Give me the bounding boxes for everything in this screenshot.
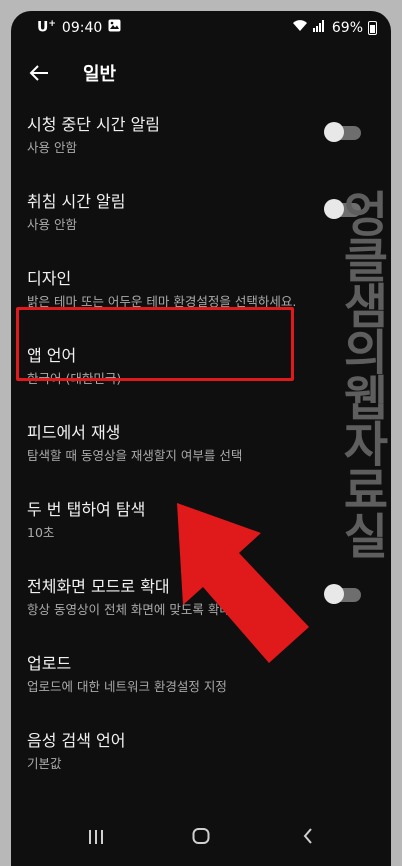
setting-title: 앱 언어 <box>27 346 77 365</box>
carrier-label: U+ <box>37 19 56 36</box>
setting-zoom-fill-screen[interactable]: 전체화면 모드로 확대 항상 동영상이 전체 화면에 맞도록 확대 <box>11 561 391 638</box>
setting-double-tap-seek[interactable]: 두 번 탭하여 탐색 10초 <box>11 484 391 561</box>
toggle-knob <box>324 199 344 219</box>
break-reminder-toggle[interactable] <box>324 122 361 142</box>
home-button[interactable] <box>183 824 219 852</box>
setting-bedtime-reminder[interactable]: 취침 시간 알림 사용 안함 <box>11 176 391 253</box>
app-bar: 일반 <box>11 47 391 99</box>
back-icon <box>302 828 314 848</box>
battery-icon <box>368 20 377 35</box>
setting-title: 취침 시간 알림 <box>27 192 126 211</box>
setting-appearance[interactable]: 디자인 밝은 테마 또는 어두운 테마 환경설정을 선택하세요. <box>11 253 391 330</box>
carrier-sup: + <box>48 19 56 30</box>
wifi-icon <box>292 19 308 36</box>
status-bar: U+ 09:40 69% <box>11 11 391 45</box>
setting-subtitle: 기본값 <box>27 756 62 771</box>
setting-subtitle: 항상 동영상이 전체 화면에 맞도록 확대 <box>27 602 231 617</box>
settings-list: 시청 중단 시간 알림 사용 안함 취침 시간 알림 사용 안함 디자인 밝은 … <box>11 99 391 866</box>
carrier-text: U <box>37 19 49 36</box>
setting-title: 시청 중단 시간 알림 <box>27 115 161 134</box>
setting-voice-search-language[interactable]: 음성 검색 언어 기본값 <box>11 715 391 792</box>
gallery-icon <box>108 19 121 36</box>
recent-apps-button[interactable] <box>78 824 114 852</box>
setting-subtitle: 업로드에 대한 네트워크 환경설정 지정 <box>27 679 227 694</box>
clock: 09:40 <box>61 19 103 36</box>
bedtime-reminder-toggle[interactable] <box>324 199 361 219</box>
battery-percent: 69% <box>331 19 363 36</box>
system-back-button[interactable] <box>290 824 326 852</box>
signal-icon <box>312 19 327 36</box>
home-icon <box>192 828 210 848</box>
setting-uploads[interactable]: 업로드 업로드에 대한 네트워크 환경설정 지정 <box>11 638 391 715</box>
setting-title: 두 번 탭하여 탐색 <box>27 500 146 519</box>
setting-playback-in-feeds[interactable]: 피드에서 재생 탐색할 때 동영상을 재생할지 여부를 선택 <box>11 407 391 484</box>
toggle-knob <box>324 122 344 142</box>
setting-title: 전체화면 모드로 확대 <box>27 577 170 596</box>
page-title: 일반 <box>83 64 117 85</box>
navigation-bar <box>11 806 391 866</box>
arrow-left-icon <box>29 58 49 88</box>
setting-title: 피드에서 재생 <box>27 423 121 442</box>
setting-subtitle: 10초 <box>27 525 55 540</box>
status-right: 69% <box>292 19 377 36</box>
setting-app-language[interactable]: 앱 언어 한국어 (대한민국) <box>11 330 391 407</box>
toggle-knob <box>324 584 344 604</box>
setting-title: 디자인 <box>27 269 72 288</box>
setting-subtitle: 탐색할 때 동영상을 재생할지 여부를 선택 <box>27 448 243 463</box>
setting-break-reminder[interactable]: 시청 중단 시간 알림 사용 안함 <box>11 99 391 176</box>
back-button[interactable] <box>25 59 53 87</box>
setting-subtitle: 밝은 테마 또는 어두운 테마 환경설정을 선택하세요. <box>27 294 297 309</box>
phone-screen: U+ 09:40 69% 일반 시청 중단 시간 알림 사용 안함 취침 시간 … <box>11 11 391 866</box>
zoom-fill-toggle[interactable] <box>324 584 361 604</box>
setting-subtitle: 한국어 (대한민국) <box>27 371 122 386</box>
setting-title: 업로드 <box>27 654 72 673</box>
setting-subtitle: 사용 안함 <box>27 217 77 232</box>
status-left: U+ 09:40 <box>37 19 121 36</box>
setting-subtitle: 사용 안함 <box>27 140 77 155</box>
recent-apps-icon <box>88 829 104 848</box>
setting-title: 음성 검색 언어 <box>27 731 126 750</box>
